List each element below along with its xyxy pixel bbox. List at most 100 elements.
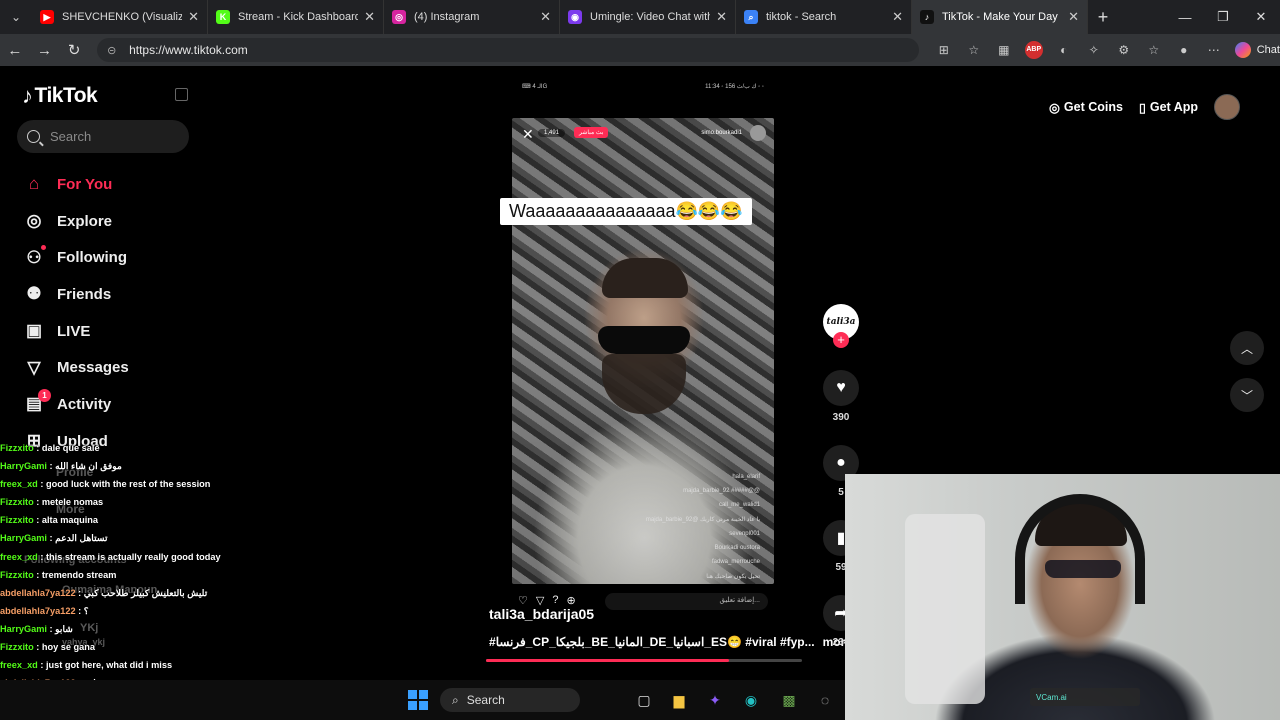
task-view-icon[interactable]: ▢ [632,688,656,712]
search-input[interactable]: Search [17,120,189,153]
chat-message: abdellahla7ya122 : تليش بالتعليش كبيلز ط… [0,584,300,602]
chat-separator: : [75,587,84,598]
live-close-icon: ✕ [522,126,534,142]
description-text: #فرنسا_CP_بلجيكا_BE_المانيا_DE_اسبانيا_E… [489,635,815,649]
chat-separator: : [46,623,56,634]
new-tab-button[interactable]: + [1088,7,1118,28]
favorites-icon[interactable]: ☆ [1139,43,1169,57]
windows-start-button[interactable] [406,688,430,712]
next-video-button[interactable]: ﹀ [1230,378,1264,412]
like-count: 390 [832,412,850,423]
site-info-icon[interactable]: ⊝ [107,44,121,57]
copilot-icon [1234,42,1251,58]
instagram-icon: ◎ [392,10,406,24]
tiktok-note-icon: ♪ [22,83,33,108]
following-icon: ⚇ [26,247,42,267]
tab-close-icon[interactable]: ✕ [716,9,727,25]
follow-plus-button[interactable]: + [833,332,849,348]
chat-username: abdellahla7ya122 [0,605,76,616]
adblock-icon[interactable]: ABP [1024,41,1043,59]
live-comment: fadwa_merrouche [711,559,760,565]
sidebar-item-live[interactable]: ▣ LIVE [24,313,129,350]
video-progress-bar[interactable] [486,659,802,662]
get-coins-button[interactable]: ◎ Get Coins [1049,100,1123,115]
sidebar-item-messages[interactable]: ▽ Messages [24,349,128,386]
chat-text: tremendo stream [41,569,117,580]
tab-close-icon[interactable]: ✕ [364,9,375,25]
settings-extension-icon[interactable]: ⚙ [1109,43,1139,57]
back-button[interactable]: ← [0,42,30,59]
minimize-button[interactable]: — [1166,0,1204,34]
browser-tab[interactable]: ◉ Umingle: Video Chat with ✕ [560,0,736,34]
chat-username: freex_xd [0,551,38,562]
search-placeholder: Search [50,129,92,144]
chevron-down-icon: ﹀ [1240,388,1253,403]
chat-text: good luck with the rest of the session [45,479,211,490]
forward-button[interactable]: → [30,42,60,59]
browser-tab[interactable]: ♪ TikTok - Make Your Day ✕ [912,0,1088,34]
copilot-taskbar-icon[interactable]: ✦ [703,688,727,712]
sidebar-item-for-you[interactable]: ⌂ For You [24,166,129,203]
webcam-chair [905,514,985,704]
chat-separator: : [33,515,42,526]
sidebar-item-label: Activity [57,395,112,413]
chat-message: Fizzxito : metele nomas [0,493,300,511]
tab-search-menu-button[interactable]: ⌄ [0,0,32,34]
extension-icon-2[interactable]: ◐ [1049,43,1079,57]
previous-video-button[interactable]: ︿ [1230,331,1264,365]
chat-label: Chat [1256,44,1280,56]
browser-tab[interactable]: ▶ SHEVCHENKO (Visualizer) - Yo ✕ [32,0,208,34]
get-app-button[interactable]: ▯ Get App [1139,100,1198,115]
live-comment: hala_elarif [732,474,760,480]
sidebar-item-following[interactable]: ⚇ Following [24,239,129,276]
address-bar[interactable]: ⊝ https://www.tiktok.com [97,38,919,62]
video-author[interactable]: tali3a_bdarija05 [489,606,594,622]
tab-close-icon[interactable]: ✕ [188,9,199,25]
comment-bubble-icon: ● [836,454,846,471]
chat-message: freex_xd : just got here, what did i mis… [0,656,300,674]
youtube-icon: ▶ [40,10,54,24]
collapse-sidebar-icon[interactable] [175,88,188,101]
user-avatar[interactable] [1214,94,1240,120]
tab-close-icon[interactable]: ✕ [892,9,903,25]
chat-username: HarryGami [0,533,47,544]
taskbar-search[interactable]: ⌕ Search [440,688,580,712]
browser-tab[interactable]: ◎ (4) Instagram ✕ [384,0,560,34]
browser-tab[interactable]: ⌕ tiktok - Search ✕ [736,0,912,34]
tiktok-logo[interactable]: ♪ TikTok [22,83,98,109]
reload-button[interactable]: ↻ [59,41,89,59]
webcam-headphones [1015,494,1145,604]
heart-icon: ♥ [836,379,846,396]
close-window-button[interactable]: ✕ [1242,0,1280,34]
minecraft-icon[interactable]: ▩ [777,688,801,712]
stream-chat-overlay: Fizzxito : dale que sale HarryGami : موفق… [0,439,300,710]
profile-icon[interactable]: ● [1169,43,1199,57]
like-button[interactable]: ♥ [823,370,859,406]
grid-extension-icon[interactable]: ▦ [989,43,1019,57]
obs-icon[interactable]: ◌ [813,688,837,712]
tiktok-icon: ♪ [920,10,934,24]
chat-text: ؟ [83,605,89,616]
extensions-puzzle-icon[interactable]: ✧ [1079,43,1109,57]
sidebar-item-explore[interactable]: ◎ Explore [24,203,129,240]
copilot-chat-button[interactable]: Chat [1234,42,1280,58]
chat-separator: : [37,479,46,490]
chat-username: Fizzxito [0,515,34,526]
more-menu-icon[interactable]: ⋯ [1199,43,1229,57]
tab-title: TikTok - Make Your Day [942,11,1058,23]
maximize-button[interactable]: ❐ [1204,0,1242,34]
friends-icon: ⚉ [26,284,42,304]
sidebar-item-friends[interactable]: ⚉ Friends [24,276,129,313]
compass-icon: ◎ [26,211,42,231]
favorite-star-icon[interactable]: ☆ [959,43,989,57]
live-comment: majda_barbie_92 #####@@ [683,488,760,494]
tab-close-icon[interactable]: ✕ [540,9,551,25]
browser-tab[interactable]: K Stream - Kick Dashboard ✕ [208,0,384,34]
chat-username: freex_xd [0,660,38,671]
edge-browser-icon[interactable]: ◉ [739,688,763,712]
apps-icon[interactable]: ⊞ [929,43,959,57]
tab-close-icon[interactable]: ✕ [1068,9,1079,25]
sidebar-item-activity[interactable]: ▤ 1 Activity [24,386,129,423]
file-explorer-icon[interactable]: ▆ [667,688,691,712]
chat-message: HarryGami : شابو [0,620,300,638]
